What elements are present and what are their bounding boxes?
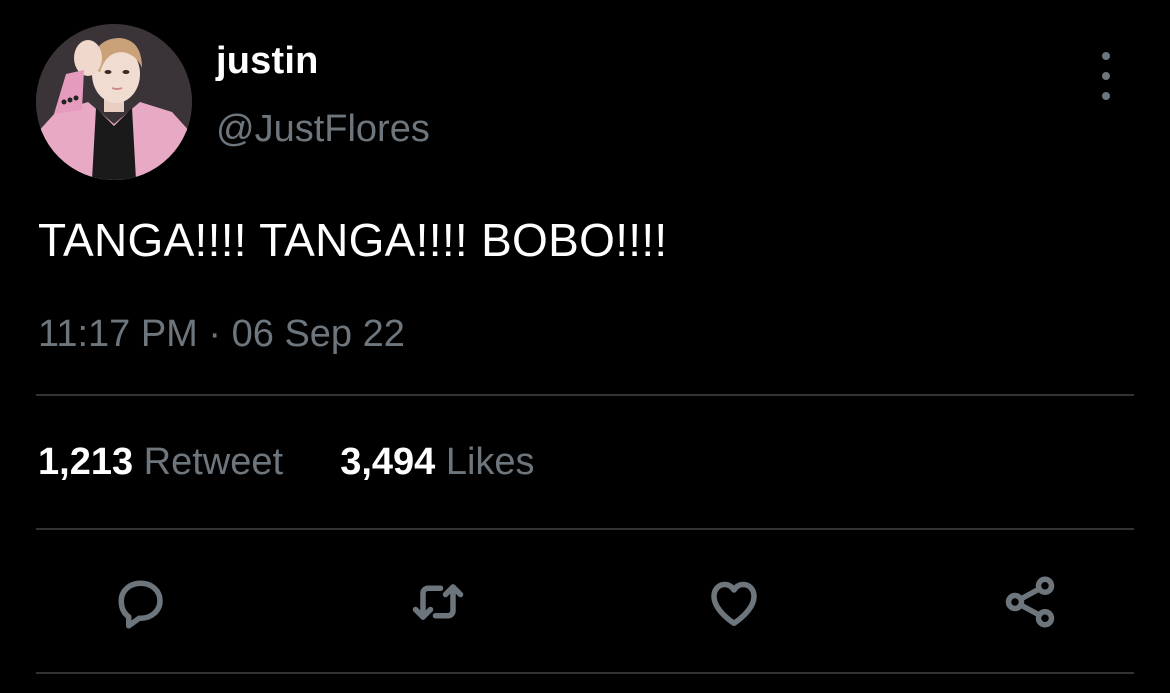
likes-stat[interactable]: 3,494 Likes bbox=[330, 441, 535, 483]
like-icon bbox=[711, 581, 757, 626]
likes-count: 3,494 bbox=[340, 441, 436, 483]
avatar-image bbox=[36, 24, 192, 180]
retweet-stat[interactable]: 1,213 Retweet bbox=[38, 441, 294, 483]
divider bbox=[36, 672, 1134, 674]
share-icon bbox=[1005, 576, 1055, 628]
more-options-button[interactable] bbox=[1088, 52, 1124, 100]
reply-icon bbox=[118, 580, 163, 629]
tweet-timestamp: 11:17 PM · 06 Sep 22 bbox=[38, 310, 405, 358]
share-button[interactable] bbox=[996, 568, 1064, 636]
likes-label: Likes bbox=[445, 441, 535, 483]
retweet-icon bbox=[412, 584, 464, 620]
more-vertical-icon-dot bbox=[1102, 72, 1110, 80]
avatar[interactable] bbox=[36, 24, 192, 180]
tweet-stats: 1,213 Retweet 3,494 Likes bbox=[38, 438, 535, 486]
meta-separator: · bbox=[208, 313, 222, 355]
user-handle[interactable]: @JustFlores bbox=[216, 106, 430, 152]
reply-button[interactable] bbox=[106, 568, 174, 636]
retweet-count: 1,213 bbox=[38, 441, 134, 483]
display-name[interactable]: justin bbox=[216, 38, 319, 84]
more-vertical-icon bbox=[1102, 52, 1110, 60]
tweet-time: 11:17 PM bbox=[38, 313, 198, 355]
like-button[interactable] bbox=[700, 568, 768, 636]
more-vertical-icon-dot bbox=[1102, 92, 1110, 100]
retweet-label: Retweet bbox=[143, 441, 284, 483]
tweet-date[interactable]: 06 Sep 22 bbox=[232, 313, 405, 355]
tweet-text: TANGA!!!! TANGA!!!! BOBO!!!! bbox=[38, 214, 668, 266]
divider bbox=[36, 528, 1134, 530]
divider bbox=[36, 394, 1134, 396]
retweet-button[interactable] bbox=[404, 568, 472, 636]
